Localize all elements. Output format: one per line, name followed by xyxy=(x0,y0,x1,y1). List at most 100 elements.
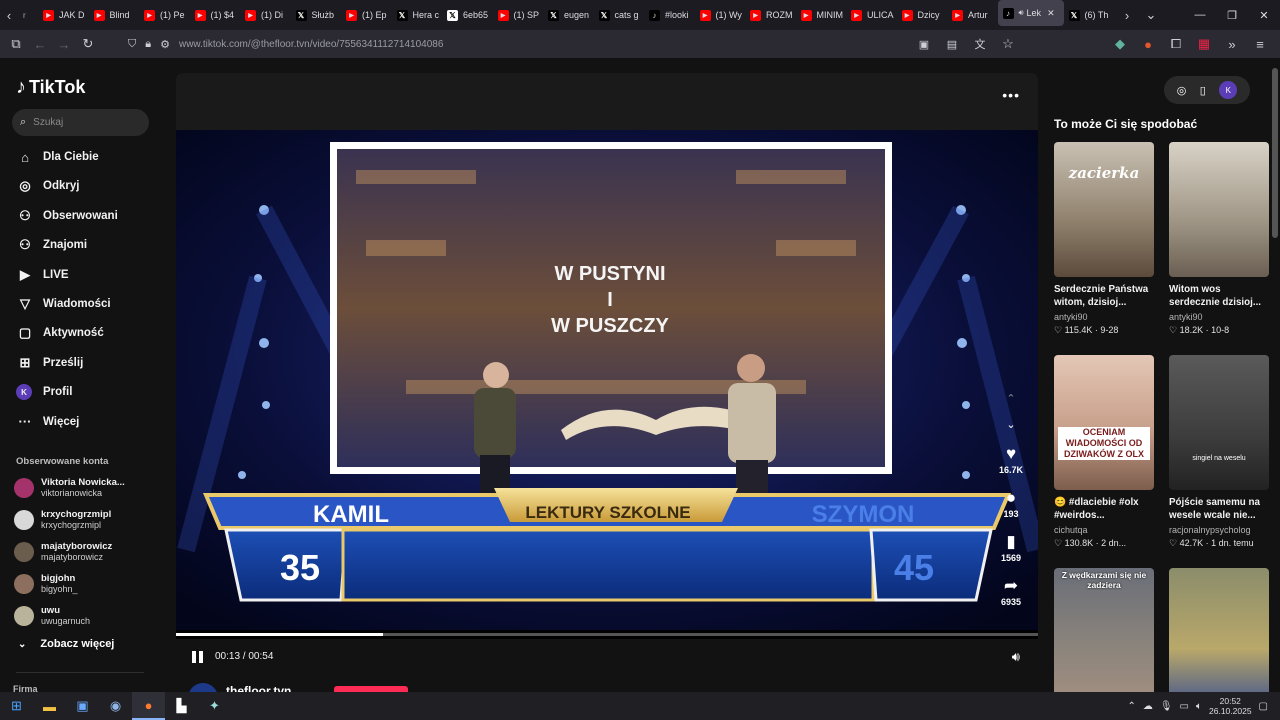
nav-item[interactable]: ▢ Aktywność xyxy=(16,321,104,345)
cloud-icon[interactable]: ☁ xyxy=(1143,701,1153,712)
reader-view-icon[interactable]: ▤ xyxy=(940,32,964,56)
start-menu-icon[interactable]: ⊞ xyxy=(0,692,33,720)
creator-avatar[interactable] xyxy=(188,683,218,692)
notifications-icon[interactable]: ▢ xyxy=(1259,701,1268,712)
card-author[interactable]: antyki90 xyxy=(1054,312,1154,322)
browser-tab[interactable]: ▶ (1) Di xyxy=(240,0,291,30)
video-frame[interactable]: W PUSTYNI I W PUSZCZY KAMIL LEKTURY SZKO… xyxy=(176,130,1038,630)
scroll-down-icon[interactable]: ⌄ xyxy=(996,418,1026,431)
bookmark-star-icon[interactable]: ☆ xyxy=(996,32,1020,56)
browser-tab[interactable]: ▶ MINIM xyxy=(796,0,847,30)
browser-tab[interactable]: ▶ (1) Pe xyxy=(139,0,190,30)
sidebar-toggle-icon[interactable]: ⧉ xyxy=(4,32,28,56)
card-author[interactable]: antyki90 xyxy=(1169,312,1269,322)
forward-icon[interactable]: → xyxy=(52,32,76,56)
nav-item[interactable]: ··· Więcej xyxy=(16,410,80,434)
browser-tab[interactable]: ▶ (1) SP xyxy=(493,0,544,30)
browser-tab[interactable]: 𝕏 Służb xyxy=(291,0,342,30)
browser-tab[interactable]: ▶ Dzicy xyxy=(897,0,948,30)
tabs-scroll-left-icon[interactable]: ‹ xyxy=(0,0,18,30)
address-bar[interactable]: ⛉ 🔒︎ ⚙ www.tiktok.com/@thefloor.tvn/vide… xyxy=(128,32,912,56)
speaker-icon[interactable]: 🔊︎ xyxy=(1019,8,1024,18)
extensions-icon[interactable]: ⧠ xyxy=(1164,32,1188,56)
tab-partial[interactable]: r xyxy=(18,0,38,30)
scroll-up-icon[interactable]: ⌃ xyxy=(996,392,1026,405)
video-progress-bar[interactable] xyxy=(176,633,1038,636)
nav-item[interactable]: ⌂ Dla Ciebie xyxy=(16,145,99,169)
reload-icon[interactable]: ↻ xyxy=(76,32,100,56)
browser-tab[interactable]: ▶ ULICA xyxy=(846,0,897,30)
phone-icon[interactable]: ▯ xyxy=(1200,84,1206,97)
microphone-icon[interactable]: 🎙︎ xyxy=(1160,701,1173,712)
video-thumbnail[interactable]: singiel na weselu xyxy=(1169,355,1269,490)
video-thumbnail[interactable] xyxy=(1169,142,1269,277)
volume-icon[interactable]: 🔊︎ xyxy=(1012,649,1020,665)
lock-icon[interactable]: 🔒︎ xyxy=(145,38,151,51)
shield-icon[interactable]: ⛉ xyxy=(128,38,136,51)
card-title[interactable]: 😊 #dlaciebie #olx #weirdos... xyxy=(1054,496,1154,522)
creator-name[interactable]: thefloor.tvn xyxy=(226,684,291,692)
browser-tab[interactable]: ▶ Blind xyxy=(89,0,140,30)
browser-tab[interactable]: ▶ Artur xyxy=(947,0,998,30)
url-text[interactable]: www.tiktok.com/@thefloor.tvn/video/75563… xyxy=(179,39,443,50)
browser-tab[interactable]: ♪ 🔊︎ Lek ✕ xyxy=(997,0,1064,26)
speaker-icon[interactable]: 🔈︎ xyxy=(1196,701,1202,712)
steam-icon[interactable]: ◉ xyxy=(99,692,132,720)
permissions-icon[interactable]: ⚙ xyxy=(160,38,170,51)
card-title[interactable]: Witom wos serdecznie dzisioj... xyxy=(1169,283,1269,309)
nav-item[interactable]: ▽ Wiadomości xyxy=(16,292,111,316)
extension-badge-icon[interactable]: ▦ xyxy=(1192,32,1216,56)
maximize-icon[interactable]: ❐ xyxy=(1216,9,1248,22)
followed-account[interactable]: majatyborowicz majatyborowicz xyxy=(14,537,112,567)
nav-item[interactable]: ⊞ Prześlij xyxy=(16,351,84,375)
recommended-video-card[interactable] xyxy=(1169,568,1269,692)
followed-account[interactable]: uwu uwugarnuch xyxy=(14,601,90,631)
comment-button[interactable]: ● 193 xyxy=(996,488,1026,519)
tabs-scroll-right-icon[interactable]: › xyxy=(1118,0,1136,30)
nav-item[interactable]: ⚇ Obserwowani xyxy=(16,204,118,228)
video-thumbnail[interactable]: zacierka xyxy=(1054,142,1154,277)
file-explorer-icon[interactable]: ▬ xyxy=(33,692,66,720)
video-thumbnail[interactable]: OCENIAM WIADOMOŚCI OD DZIWAKÓW Z OLX xyxy=(1054,355,1154,490)
tiktok-logo[interactable]: ♪ TikTok xyxy=(16,76,85,99)
card-author[interactable]: cichutqa xyxy=(1054,525,1154,535)
recommended-video-card[interactable]: OCENIAM WIADOMOŚCI OD DZIWAKÓW Z OLX 😊 #d… xyxy=(1054,355,1154,549)
firefox-icon[interactable]: ● xyxy=(132,692,165,720)
browser-tab[interactable]: ▶ ROZM xyxy=(745,0,796,30)
card-title[interactable]: Serdecznie Państwa witom, dzisioj... xyxy=(1054,283,1154,309)
browser-tab[interactable]: ▶ (1) $4 xyxy=(190,0,241,30)
tray-chevron-icon[interactable]: ⌃ xyxy=(1127,701,1135,712)
share-button[interactable]: ➦ 6935 xyxy=(996,576,1026,607)
close-window-icon[interactable]: ✕ xyxy=(1248,9,1280,22)
browser-tab[interactable]: 𝕏cats g xyxy=(594,0,645,30)
video-thumbnail[interactable]: Z wędkarzami się nie zadziera xyxy=(1054,568,1154,692)
browser-tab[interactable]: 𝕏 (6) Th xyxy=(1064,0,1115,30)
card-author[interactable]: racjonalnypsycholog xyxy=(1169,525,1269,535)
recommended-video-card[interactable]: Witom wos serdecznie dzisioj... antyki90 ♡… xyxy=(1169,142,1269,336)
nav-item[interactable]: ◎ Odkryj xyxy=(16,174,79,198)
nav-item[interactable]: ▶ LIVE xyxy=(16,263,69,287)
recommended-video-card[interactable]: singiel na weselu Pójście samemu na wesel… xyxy=(1169,355,1269,549)
like-button[interactable]: ♥ 16.7K xyxy=(996,444,1026,475)
browser-tab[interactable]: 𝕏 Hera c xyxy=(392,0,443,30)
browser-tab[interactable]: ▶ JAK D xyxy=(38,0,89,30)
notes-app-icon[interactable]: ▙ xyxy=(165,692,198,720)
nav-item[interactable]: K Profil xyxy=(16,380,72,404)
video-player[interactable]: ••• W PUSTYNI I W PUSZCZY KAMIL LEKTURY … xyxy=(176,73,1038,692)
network-icon[interactable]: ▭ xyxy=(1180,701,1189,712)
minimize-icon[interactable]: — xyxy=(1184,9,1216,21)
followed-account[interactable]: krxychogrzmipl krxychogrzmipl xyxy=(14,505,111,535)
search-input[interactable]: ⌕ Szukaj xyxy=(12,109,149,136)
browser-tab[interactable]: ♪ #looki xyxy=(644,0,695,30)
nav-item[interactable]: ⚇ Znajomi xyxy=(16,233,87,257)
scrollbar-thumb[interactable] xyxy=(1272,68,1278,238)
monitor-app-icon[interactable]: ▣ xyxy=(66,692,99,720)
clock[interactable]: 20:52 26.10.2025 xyxy=(1209,696,1252,716)
back-icon[interactable]: ← xyxy=(28,32,52,56)
hamburger-menu-icon[interactable]: ≡ xyxy=(1248,32,1272,56)
video-thumbnail[interactable] xyxy=(1169,568,1269,692)
compass-pill-icon[interactable]: ◎ xyxy=(1177,84,1187,97)
browser-tab[interactable]: 𝕏 6eb65 xyxy=(442,0,493,30)
recommended-video-card[interactable]: Z wędkarzami się nie zadziera xyxy=(1054,568,1154,692)
followed-account[interactable]: bigjohn bigyohn_ xyxy=(14,569,78,599)
